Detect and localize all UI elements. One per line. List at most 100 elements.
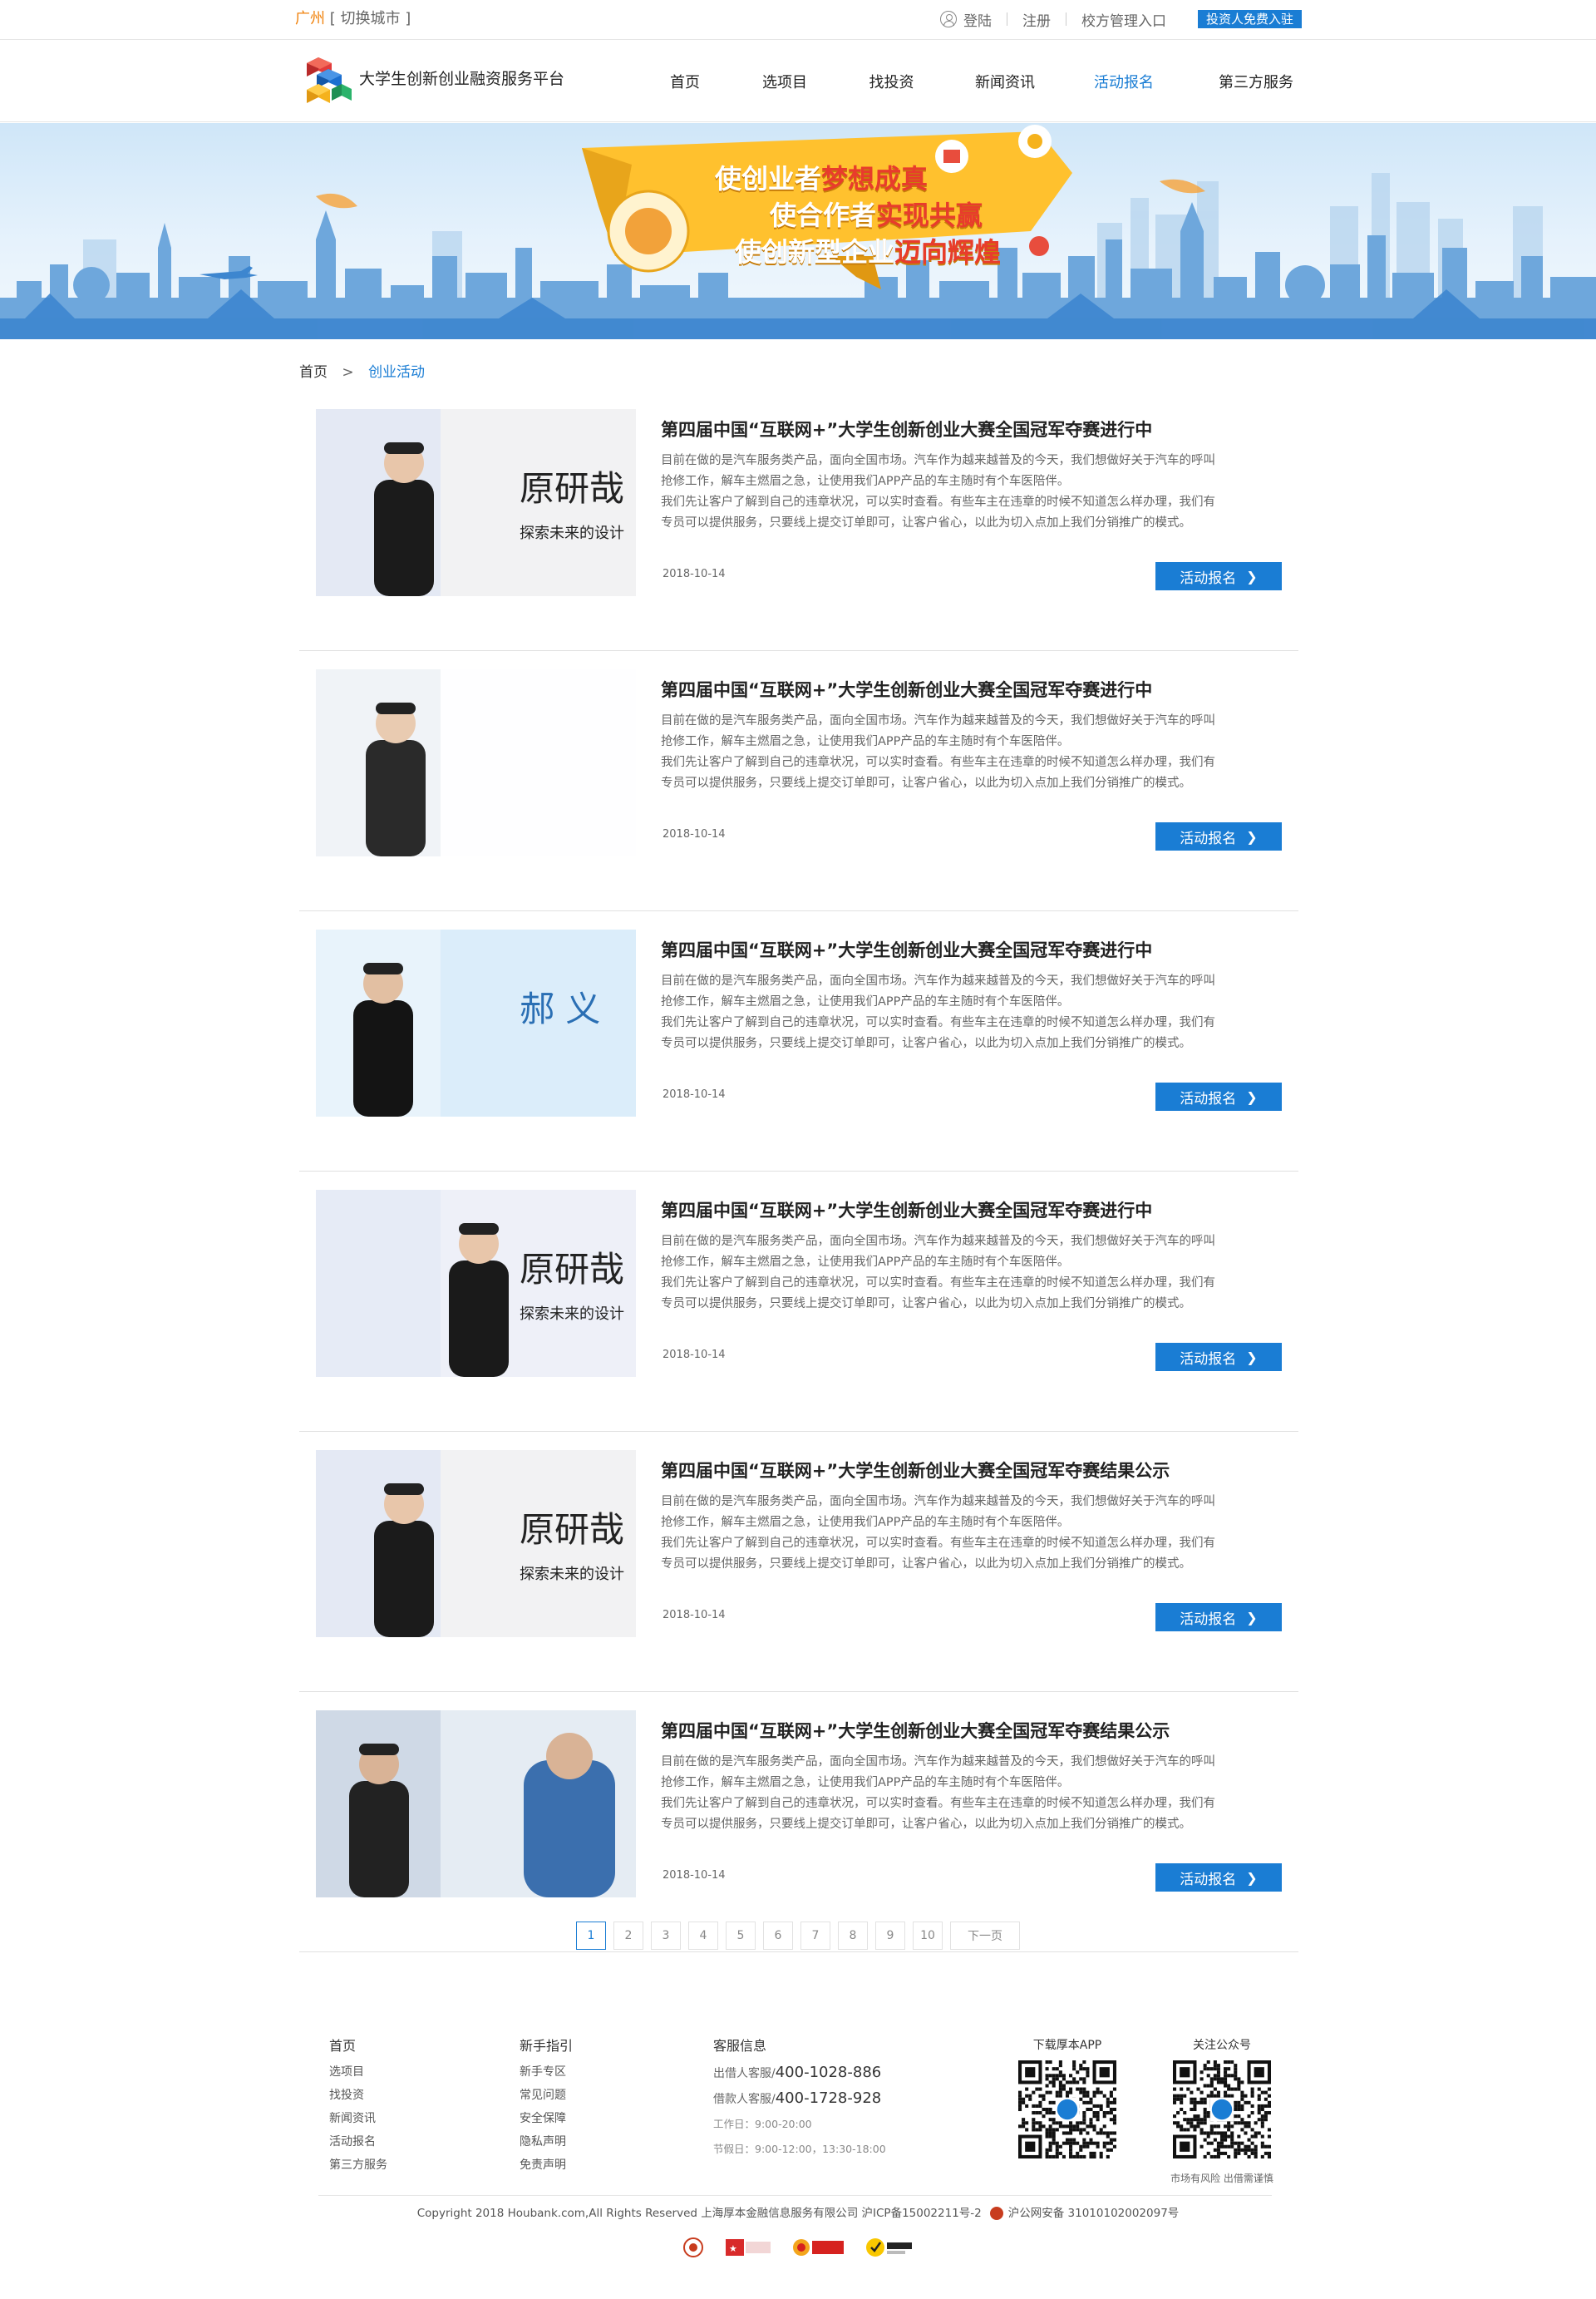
activity-description: 目前在做的是汽车服务类产品，面向全国市场。汽车作为越来越普及的今天，我们想做好关… xyxy=(661,974,1215,1050)
page-number[interactable]: 3 xyxy=(651,1922,681,1950)
footer-link[interactable]: 新闻资讯 xyxy=(329,2107,387,2130)
page-number[interactable]: 10 xyxy=(913,1922,943,1950)
activity-item: 原研哉 探索未来的设计 第四届中国“互联网+”大学生创新创业大赛全国冠军夺赛进行… xyxy=(299,1172,1298,1432)
breadcrumb-home[interactable]: 首页 xyxy=(299,364,328,381)
chevron-right-icon: ❯ xyxy=(1246,1869,1258,1886)
school-admin-link[interactable]: 校方管理入口 xyxy=(1081,9,1166,30)
nav-item-news[interactable]: 新闻资讯 xyxy=(935,71,1075,92)
svg-text:原研哉: 原研哉 xyxy=(520,1249,624,1290)
activity-title[interactable]: 第四届中国“互联网+”大学生创新创业大赛全国冠军夺赛结果公示 xyxy=(661,1719,1170,1744)
borrower-hotline: 借款人客服/400-1728-928 xyxy=(713,2089,882,2107)
city-selector[interactable]: 广州 [ 切换城市 ] xyxy=(295,8,411,30)
app-download: 下载厚本APP xyxy=(1017,2035,1117,2162)
norton-badge[interactable] xyxy=(865,2237,914,2258)
leaf-icon xyxy=(316,193,357,209)
footer-link[interactable]: 常见问题 xyxy=(520,2084,573,2107)
nav-item-projects[interactable]: 选项目 xyxy=(722,71,848,92)
page-number[interactable]: 5 xyxy=(726,1922,756,1950)
activity-thumbnail[interactable] xyxy=(316,1710,636,1897)
police-badge[interactable] xyxy=(682,2237,704,2258)
activity-signup-button[interactable]: 活动报名 ❯ xyxy=(1155,1343,1282,1371)
register-link[interactable]: 注册 xyxy=(1022,9,1051,30)
nav-item-third-party[interactable]: 第三方服务 xyxy=(1173,71,1339,92)
page-number[interactable]: 1 xyxy=(576,1922,606,1950)
activity-date: 2018-10-14 xyxy=(663,1088,726,1101)
trust-badges: ★ xyxy=(0,2233,1596,2262)
activity-signup-button[interactable]: 活动报名 ❯ xyxy=(1155,822,1282,851)
activity-title[interactable]: 第四届中国“互联网+”大学生创新创业大赛全国冠军夺赛进行中 xyxy=(661,678,1152,703)
hero-banner: 使创业者梦想成真 使合作者实现共赢 使创新型企业迈向辉煌 xyxy=(0,123,1596,339)
activity-thumbnail[interactable]: 原研哉 探索未来的设计 xyxy=(316,1190,636,1377)
current-city[interactable]: 广州 xyxy=(295,10,325,27)
activity-date: 2018-10-14 xyxy=(663,828,726,841)
page-number[interactable]: 7 xyxy=(800,1922,830,1950)
activity-title[interactable]: 第四届中国“互联网+”大学生创新创业大赛全国冠军夺赛结果公示 xyxy=(661,1458,1170,1483)
site-name[interactable]: 大学生创新创业融资服务平台 xyxy=(359,68,564,90)
svg-text:郝 义: 郝 义 xyxy=(520,989,600,1029)
footer-link[interactable]: 第三方服务 xyxy=(329,2153,387,2177)
footer-column-head: 新手指引 xyxy=(520,2038,574,2054)
footer-link[interactable]: 免责声明 xyxy=(520,2153,573,2177)
activity-thumbnail[interactable] xyxy=(316,669,636,856)
page-number[interactable]: 9 xyxy=(875,1922,905,1950)
footer-customer-service: 客服信息 出借人客服/400-1028-886 借款人客服/400-1728-9… xyxy=(713,2035,886,2162)
activity-thumbnail[interactable]: 原研哉 探索未来的设计 xyxy=(316,1450,636,1637)
breadcrumb-separator: > xyxy=(342,364,354,381)
footer-link[interactable]: 找投资 xyxy=(329,2084,387,2107)
footer-column-head: 客服信息 xyxy=(713,2038,767,2054)
slogan-line1-a: 使创业者 xyxy=(715,163,822,195)
slogan-line1-b: 梦想成真 xyxy=(821,163,929,195)
activity-list: 原研哉 探索未来的设计 第四届中国“互联网+”大学生创新创业大赛全国冠军夺赛进行… xyxy=(299,391,1298,1952)
page-number[interactable]: 2 xyxy=(613,1922,643,1950)
page-number[interactable]: 4 xyxy=(688,1922,718,1950)
police-icon xyxy=(989,2207,1003,2220)
footer-column-head[interactable]: 首页 xyxy=(329,2035,387,2057)
wechat-follow: 关注公众号 市场有风险 出借需谨慎 xyxy=(1160,2035,1284,2187)
app-qr-code xyxy=(1018,2060,1116,2158)
investor-join-button[interactable]: 投资人免费入驻 xyxy=(1197,10,1302,28)
activity-item: 第四届中国“互联网+”大学生创新创业大赛全国冠军夺赛结果公示 目前在做的是汽车服… xyxy=(299,1692,1298,1952)
svg-text:原研哉: 原研哉 xyxy=(520,1509,624,1550)
footer-link[interactable]: 活动报名 xyxy=(329,2130,387,2153)
activity-title[interactable]: 第四届中国“互联网+”大学生创新创业大赛全国冠军夺赛进行中 xyxy=(661,1198,1152,1223)
footer-link[interactable]: 选项目 xyxy=(329,2060,387,2084)
activity-signup-button[interactable]: 活动报名 ❯ xyxy=(1155,1863,1282,1892)
risk-note: 市场有风险 出借需谨慎 xyxy=(1170,2173,1273,2184)
user-icon xyxy=(939,11,957,27)
chevron-right-icon: ❯ xyxy=(1246,568,1258,585)
footer-column-home: 首页 选项目 找投资 新闻资讯 活动报名 第三方服务 xyxy=(329,2035,387,2177)
activity-date: 2018-10-14 xyxy=(663,1349,726,1361)
verified-badge[interactable] xyxy=(792,2237,844,2258)
activity-signup-button[interactable]: 活动报名 ❯ xyxy=(1155,562,1282,590)
activity-title[interactable]: 第四届中国“互联网+”大学生创新创业大赛全国冠军夺赛进行中 xyxy=(661,417,1152,442)
main-nav: 大学生创新创业融资服务平台 首页 选项目 找投资 新闻资讯 活动报名 第三方服务 xyxy=(0,41,1596,122)
breadcrumb-current[interactable]: 创业活动 xyxy=(368,364,425,381)
activity-thumbnail[interactable]: 郝 义 xyxy=(316,930,636,1117)
footer-link[interactable]: 新手专区 xyxy=(520,2060,573,2084)
page-number[interactable]: 6 xyxy=(763,1922,793,1950)
activity-signup-button[interactable]: 活动报名 ❯ xyxy=(1155,1603,1282,1631)
top-bar: 广州 [ 切换城市 ] 登陆 注册 校方管理入口 投资人免费入驻 xyxy=(0,0,1596,40)
login-link[interactable]: 登陆 xyxy=(963,9,992,30)
activity-title[interactable]: 第四届中国“互联网+”大学生创新创业大赛全国冠军夺赛进行中 xyxy=(661,938,1152,963)
activity-item: 第四届中国“互联网+”大学生创新创业大赛全国冠军夺赛进行中 目前在做的是汽车服务… xyxy=(299,651,1298,911)
chevron-right-icon: ❯ xyxy=(1246,1609,1258,1626)
slogan-line2-a: 使合作者 xyxy=(770,200,877,231)
next-page-button[interactable]: 下一页 xyxy=(950,1922,1020,1950)
activity-description: 目前在做的是汽车服务类产品，面向全国市场。汽车作为越来越普及的今天，我们想做好关… xyxy=(661,1755,1215,1831)
svg-text:原研哉: 原研哉 xyxy=(520,468,624,509)
nav-item-events[interactable]: 活动报名 xyxy=(1075,71,1173,92)
nav-item-home[interactable]: 首页 xyxy=(648,71,722,92)
nav-item-investment[interactable]: 找投资 xyxy=(848,71,935,92)
credit-badge[interactable]: ★ xyxy=(726,2237,771,2258)
activity-item: 原研哉 探索未来的设计 第四届中国“互联网+”大学生创新创业大赛全国冠军夺赛进行… xyxy=(299,391,1298,651)
footer-link[interactable]: 安全保障 xyxy=(520,2107,573,2130)
activity-date: 2018-10-14 xyxy=(663,568,726,580)
footer-link[interactable]: 隐私声明 xyxy=(520,2130,573,2153)
activity-thumbnail[interactable]: 原研哉 探索未来的设计 xyxy=(316,409,636,596)
page-number[interactable]: 8 xyxy=(838,1922,868,1950)
switch-city-link[interactable]: [ 切换城市 ] xyxy=(330,10,411,27)
activity-date: 2018-10-14 xyxy=(663,1609,726,1621)
site-logo[interactable] xyxy=(303,54,355,106)
activity-signup-button[interactable]: 活动报名 ❯ xyxy=(1155,1083,1282,1111)
